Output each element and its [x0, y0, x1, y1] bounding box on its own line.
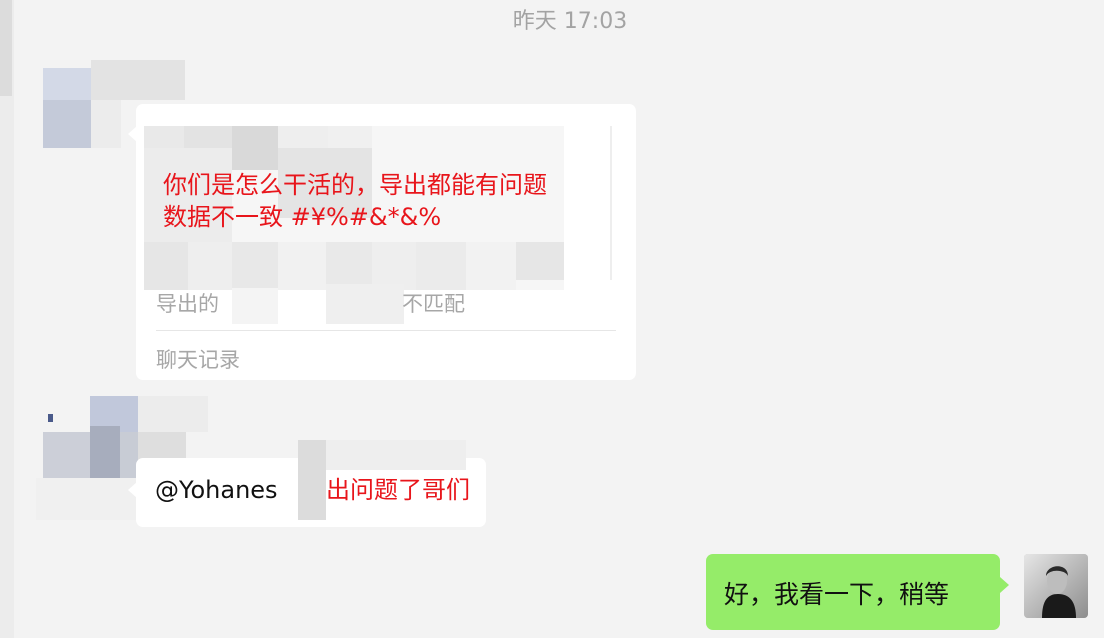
bubble-arrow	[1000, 577, 1009, 593]
blurred-preview-mosaic	[232, 288, 278, 324]
card-divider	[156, 330, 616, 331]
card-footer-label: 聊天记录	[156, 348, 240, 372]
mention-message-text: 出问题了哥们	[326, 476, 470, 504]
chat-record-card[interactable]: 你们是怎么干活的，导出都能有问题 数据不一致 #¥%#&*&% 导出的 不匹配 …	[136, 104, 636, 380]
self-avatar[interactable]	[1024, 554, 1088, 618]
preview-prefix: 导出的	[156, 292, 219, 316]
reply-text: 好，我看一下，稍等	[724, 580, 950, 609]
quoted-line-2: 数据不一致 #¥%#&*&%	[163, 203, 442, 231]
preview-suffix: 不匹配	[402, 292, 465, 316]
message-timestamp: 昨天 17:03	[512, 9, 628, 34]
quoted-title: 你们是怎么干活的，导出都能有问题	[163, 171, 547, 199]
profile-photo-icon	[1024, 554, 1088, 618]
blurred-mention-mosaic	[298, 440, 326, 520]
mention-message-bubble[interactable]: @Yohanes 出问题了哥们	[136, 440, 486, 527]
reply-bubble[interactable]: 好，我看一下，稍等	[706, 554, 1000, 630]
mention-text[interactable]: @Yohanes	[155, 476, 278, 504]
